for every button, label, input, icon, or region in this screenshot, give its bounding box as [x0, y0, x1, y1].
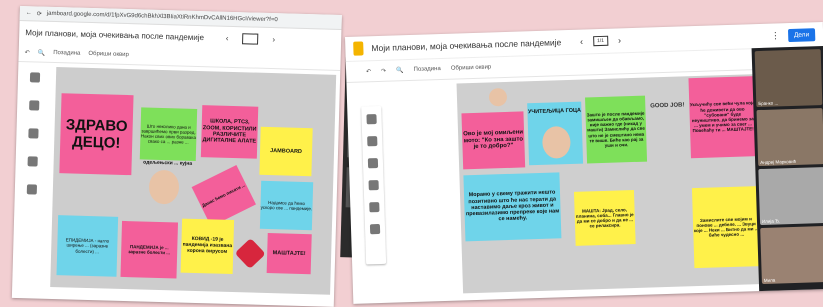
side-toolbar [20, 66, 47, 233]
note-mashtajte[interactable]: МАШТАЈТЕ! [266, 233, 312, 275]
pen-icon[interactable] [366, 114, 377, 125]
frame-counter[interactable]: 1/1 [592, 35, 609, 47]
note-zamislite[interactable]: Замислите све мојим и понове ... дебеле.… [691, 186, 761, 269]
teacher-avatar [148, 169, 180, 205]
mask-avatar-icon [488, 87, 508, 107]
url-text: jamboard.google.com/d/1fpXvG9d6chBkhXl3B… [46, 10, 278, 24]
zoom-icon[interactable]: 🔍 [396, 67, 404, 74]
sticky-note-icon[interactable] [368, 180, 379, 191]
note-mashta[interactable]: МАШТА: Јрад, село, планина, соба... Глав… [573, 189, 636, 246]
note-digital-tools[interactable]: ШКОЛА, РТС3, ZOOM, КОРИСТИЛИ РАЗЛИЧИТЕ Д… [200, 105, 259, 159]
jamboard-screenshot-1: ← ⟳ jamboard.google.com/d/1fpXvG9d6chBkh… [11, 6, 342, 307]
undo-icon[interactable]: ↶ [366, 68, 371, 75]
share-button[interactable]: Дели [787, 27, 816, 42]
participant-tile[interactable]: Илија Ђ. [758, 167, 823, 226]
note-pandemija[interactable]: ПАНДЕМИЈА је ... заразне болести ... [120, 220, 179, 279]
heart-icon [234, 237, 266, 270]
clear-frame-button[interactable]: Обриши оквир [88, 51, 129, 58]
select-icon[interactable] [28, 128, 39, 139]
laser-icon[interactable] [369, 223, 381, 235]
eraser-icon[interactable] [367, 136, 378, 147]
clear-frame-button[interactable]: Обриши оквир [451, 64, 492, 71]
participant-name: Мила [763, 277, 776, 283]
participant-name: Бранко ... [758, 100, 779, 107]
redo-icon[interactable]: ↷ [381, 67, 386, 74]
jamboard-screenshot-2: Моји планови, моја очекивања после панде… [345, 21, 823, 304]
reload-icon[interactable]: ⟳ [37, 10, 42, 17]
note-intro[interactable]: Што некoлико дана и завршићемо први разр… [139, 107, 198, 161]
select-icon[interactable] [367, 158, 379, 169]
note-good-job: GOOD JOB! [650, 101, 685, 109]
note-moto[interactable]: Ово је мој омиљени мото: "Ко зна зашто ј… [461, 111, 526, 170]
note-moramo[interactable]: Морамо у свему тражити нешто позитивно ш… [463, 172, 562, 242]
more-options-icon[interactable]: ⋮ [771, 30, 780, 41]
participant-tile[interactable]: Андреј Марковић [756, 108, 823, 167]
participant-tile[interactable]: Бранко ... [754, 49, 823, 108]
undo-icon[interactable]: ↶ [25, 49, 30, 56]
note-nadam[interactable]: Надамсе да ћемо ускоро све ... пандемије… [259, 180, 314, 231]
prev-frame-icon[interactable]: ‹ [226, 33, 229, 42]
next-frame-icon[interactable]: › [618, 35, 621, 45]
note-epidemija[interactable]: ЕПИДЕМИЈА - нагло ширење ... (заразне бо… [56, 215, 119, 277]
eraser-icon[interactable] [29, 100, 40, 111]
note-zdravo[interactable]: ЗДРАВО ДЕЦО! [59, 93, 134, 176]
note-jamboard[interactable]: JAMBOARD [259, 126, 313, 177]
pen-icon[interactable] [29, 72, 41, 83]
background-button[interactable]: Позадина [414, 66, 441, 73]
back-icon[interactable]: ← [26, 10, 32, 16]
next-frame-icon[interactable]: › [272, 35, 275, 44]
board-title: Моји планови, моја очекивања после панде… [371, 37, 562, 54]
jamboard-canvas[interactable]: ЗДРАВО ДЕЦО! Што некoлико дана и завршић… [50, 67, 337, 295]
frame-thumbnail[interactable] [242, 32, 259, 45]
note-kovid[interactable]: КОВИД -19 је пандемија изазвана корона в… [180, 218, 235, 275]
note-name-tag: oдељењски ... кујна [143, 159, 193, 167]
participant-name: Андреј Марковић [760, 158, 797, 166]
image-icon[interactable] [26, 184, 38, 195]
note-danas[interactable]: Данас ћемо писати ... [191, 164, 256, 227]
side-toolbar [361, 105, 387, 265]
participant-tile[interactable]: Мила [760, 225, 823, 285]
note-zasto[interactable]: Зашто је после пандемије замишљен да оба… [585, 95, 648, 164]
jamboard-canvas[interactable]: Ово је мој омиљени мото: "Ко зна зашто ј… [456, 74, 763, 294]
participant-name: Илија Ђ. [761, 218, 781, 224]
image-icon[interactable] [369, 202, 380, 213]
board-title: Моји планови, моја очекивања после панде… [25, 27, 205, 42]
zoom-icon[interactable]: 🔍 [38, 49, 46, 56]
jamboard-logo-icon [353, 41, 364, 56]
sticky-note-icon[interactable] [27, 156, 38, 167]
prev-frame-icon[interactable]: ‹ [580, 37, 583, 47]
background-button[interactable]: Позадина [53, 50, 80, 57]
meet-participants-panel: Бранко ... Андреј Марковић Илија Ђ. Мила [751, 45, 823, 295]
note-ukljucite[interactable]: Укључићу све већи чула која ће доживети … [688, 76, 757, 159]
